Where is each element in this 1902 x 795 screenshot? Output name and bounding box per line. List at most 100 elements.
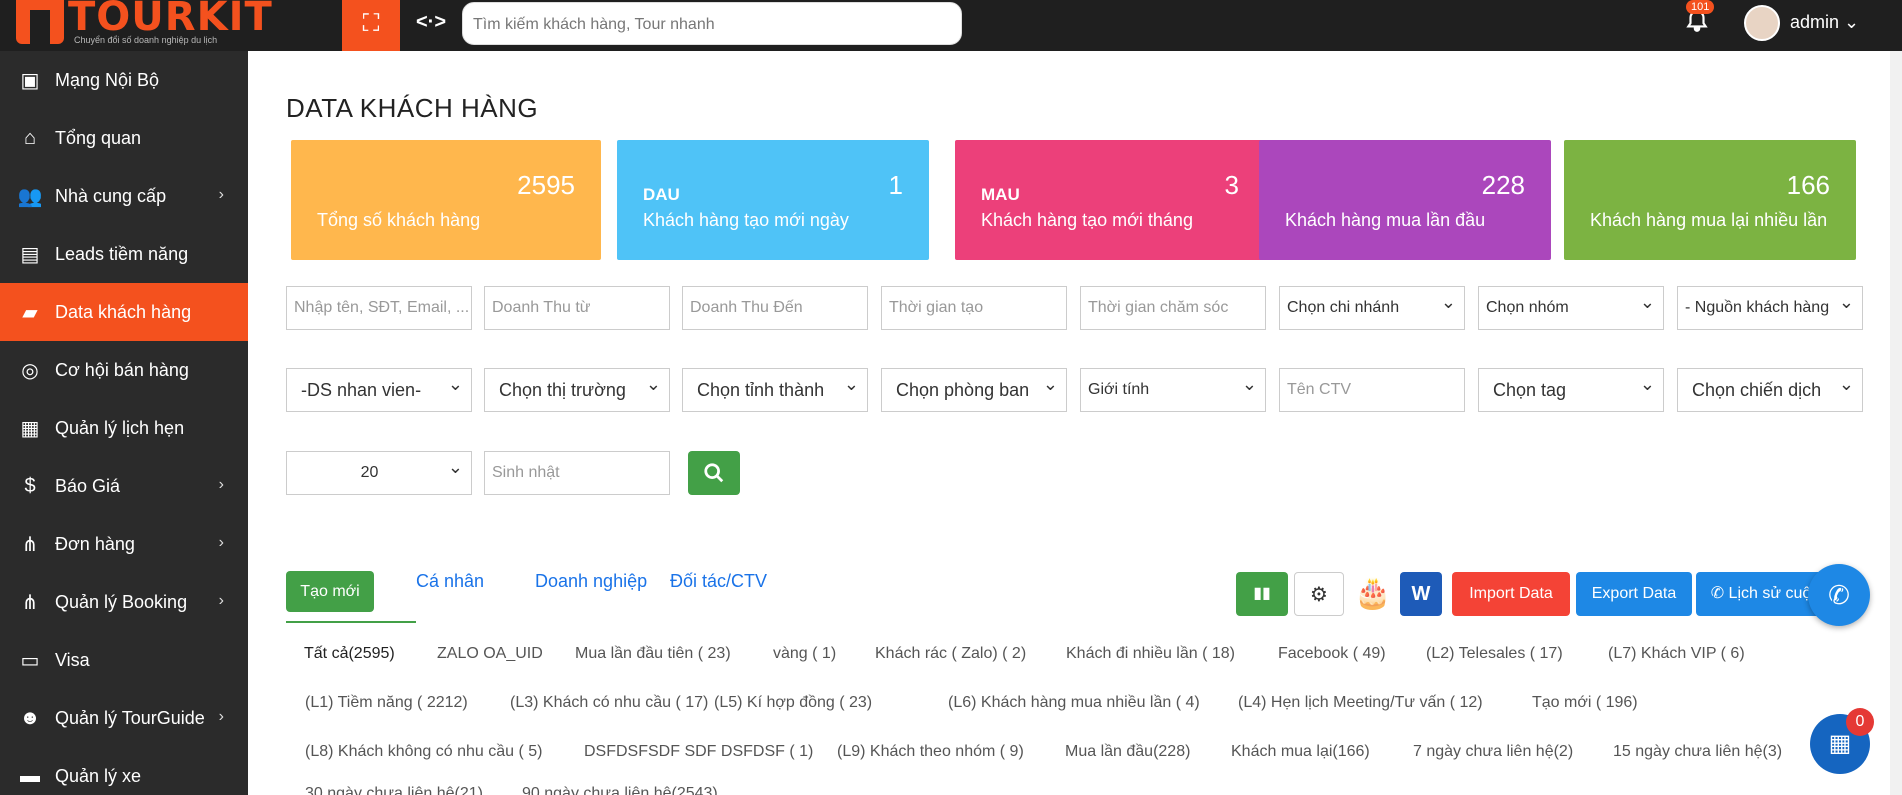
customer-group-chip[interactable]: ZALO OA_UID bbox=[437, 645, 543, 663]
filter-input[interactable]: Thời gian tạo bbox=[881, 286, 1067, 330]
filter-select[interactable]: Giới tính bbox=[1080, 368, 1266, 412]
birthday-cake-button[interactable]: 🎂 bbox=[1348, 572, 1398, 616]
export-data-button[interactable]: Export Data bbox=[1576, 572, 1692, 616]
word-export-button[interactable]: W bbox=[1400, 572, 1442, 616]
calendar-check-icon: ▦ bbox=[1828, 730, 1852, 757]
import-data-button[interactable]: Import Data bbox=[1452, 572, 1570, 616]
filter-select[interactable]: - Nguồn khách hàng bbox=[1677, 286, 1863, 330]
visa-card-icon: ▭ bbox=[20, 649, 40, 672]
page-size-select[interactable]: 20 bbox=[286, 451, 472, 495]
folder-icon: ▰ bbox=[22, 301, 38, 324]
stat-card[interactable]: 3 MAU Khách hàng tạo mới tháng bbox=[955, 140, 1265, 260]
filter-input[interactable]: Doanh Thu Đến bbox=[682, 286, 868, 330]
sidebar-item-1[interactable]: ⌂ Tổng quan bbox=[0, 109, 248, 167]
customer-group-chip[interactable]: 7 ngày chưa liên hệ(2) bbox=[1413, 743, 1573, 761]
phone-call-button[interactable]: ✆ bbox=[1808, 564, 1870, 626]
customer-group-chip[interactable]: (L6) Khách hàng mua nhiều lần ( 4) bbox=[948, 694, 1200, 712]
customer-group-chip[interactable]: Mua lần đầu tiên ( 23) bbox=[575, 645, 731, 663]
customer-group-chip[interactable]: (L7) Khách VIP ( 6) bbox=[1608, 645, 1745, 663]
filter-select[interactable]: Chọn nhóm bbox=[1478, 286, 1664, 330]
sidebar-item-label: Leads tiềm năng bbox=[55, 243, 189, 264]
stat-card[interactable]: 166 Khách hàng mua lại nhiều lần bbox=[1564, 140, 1856, 260]
customer-group-chip[interactable]: Khách đi nhiều lần ( 18) bbox=[1066, 645, 1235, 663]
sidebar-item-3[interactable]: ▤ Leads tiềm năng bbox=[0, 225, 248, 283]
filter-input[interactable]: Doanh Thu từ bbox=[484, 286, 670, 330]
sidebar-item-0[interactable]: ▣ Mạng Nội Bộ bbox=[0, 51, 248, 109]
customer-group-chip[interactable]: (L1) Tiềm năng ( 2212) bbox=[305, 694, 468, 712]
customer-group-chip[interactable]: 30 ngày chưa liên hệ(21) bbox=[305, 785, 483, 795]
stat-label: Khách hàng tạo mới tháng bbox=[981, 210, 1193, 230]
filter-input[interactable]: Tên CTV bbox=[1279, 368, 1465, 412]
customer-group-chip[interactable]: (L2) Telesales ( 17) bbox=[1426, 645, 1563, 663]
customer-group-chip[interactable]: Khách mua lại(166) bbox=[1231, 743, 1370, 761]
customer-group-chip[interactable]: Mua lần đầu(228) bbox=[1065, 743, 1190, 761]
sidebar-item-label: Quản lý Booking bbox=[55, 591, 188, 612]
sidebar-item-label: Quản lý lịch hẹn bbox=[55, 417, 185, 438]
customer-group-chip[interactable]: Khách rác ( Zalo) ( 2) bbox=[875, 645, 1026, 663]
filter-select[interactable]: Chọn phòng ban bbox=[881, 368, 1067, 412]
call-history-label: Lịch sử cuộ bbox=[1728, 585, 1812, 602]
statistics-button[interactable]: ▮▮ bbox=[1236, 572, 1288, 616]
filter-input[interactable]: Thời gian chăm sóc bbox=[1080, 286, 1266, 330]
stat-card[interactable]: 228 Khách hàng mua lần đầu bbox=[1259, 140, 1551, 260]
sidebar-item-2[interactable]: 👥 Nhà cung cấp › bbox=[0, 167, 248, 225]
tab-partner[interactable]: Đối tác/CTV bbox=[670, 571, 767, 592]
sidebar-item-11[interactable]: ☻ Quản lý TourGuide › bbox=[0, 689, 248, 747]
customer-group-chip[interactable]: DSFDSFSDF SDF DSFDSF ( 1) bbox=[584, 743, 813, 761]
sidebar-item-label: Quản lý xe bbox=[55, 765, 142, 786]
filter-input[interactable]: Nhập tên, SĐT, Email, ... bbox=[286, 286, 472, 330]
customer-group-chip[interactable]: Tất cả(2595) bbox=[304, 645, 395, 663]
active-tab-underline bbox=[286, 621, 416, 623]
tab-business[interactable]: Doanh nghiệp bbox=[535, 571, 647, 592]
sidebar-item-12[interactable]: ▬ Quản lý xe bbox=[0, 747, 248, 795]
page-title: DATA KHÁCH HÀNG bbox=[286, 93, 539, 123]
brand-tagline: Chuyển đổi số doanh nghiệp du lịch bbox=[74, 35, 218, 45]
sidebar-item-4[interactable]: ▰ Data khách hàng bbox=[0, 283, 248, 341]
customer-group-chip[interactable]: 15 ngày chưa liên hệ(3) bbox=[1613, 743, 1782, 761]
stat-card[interactable]: 1 DAU Khách hàng tạo mới ngày bbox=[617, 140, 929, 260]
scrollbar[interactable] bbox=[1890, 51, 1902, 795]
filter-select[interactable]: Chọn chi nhánh bbox=[1279, 286, 1465, 330]
sidebar: ▣ Mạng Nội Bộ ⌂ Tổng quan 👥 Nhà cung cấp › ▤ Lea… bbox=[0, 51, 248, 795]
filter-select[interactable]: Chọn thị trường bbox=[484, 368, 670, 412]
sidebar-item-6[interactable]: ▦ Quản lý lịch hẹn bbox=[0, 399, 248, 457]
customer-group-chip[interactable]: Tạo mới ( 196) bbox=[1532, 694, 1638, 712]
sidebar-item-7[interactable]: $ Báo Giá › bbox=[0, 457, 248, 515]
filter-select[interactable]: -DS nhan vien- bbox=[286, 368, 472, 412]
customer-group-chip[interactable]: 90 ngày chưa liên hệ(2543) bbox=[522, 785, 718, 795]
filter-select[interactable]: Chọn tag bbox=[1478, 368, 1664, 412]
search-input[interactable]: Tìm kiếm khách hàng, Tour nhanh bbox=[462, 2, 962, 45]
sidebar-item-8[interactable]: ⋔ Đơn hàng › bbox=[0, 515, 248, 573]
avatar[interactable] bbox=[1744, 5, 1780, 41]
cake-icon: 🎂 bbox=[1354, 577, 1392, 610]
customer-group-chip[interactable]: vàng ( 1) bbox=[773, 645, 836, 663]
guide-icon: ☻ bbox=[19, 706, 41, 729]
stat-label: Tổng số khách hàng bbox=[317, 210, 481, 230]
fullscreen-button[interactable]: ⛶ bbox=[342, 0, 400, 51]
sidebar-item-5[interactable]: ◎ Cơ hội bán hàng bbox=[0, 341, 248, 399]
horizontal-arrows-icon[interactable]: <·> bbox=[416, 11, 446, 34]
tourkit-logo[interactable]: TOURKIT Chuyển đổi số doanh nghiệp du lị… bbox=[14, 0, 272, 51]
customer-group-chip[interactable]: (L9) Khách theo nhóm ( 9) bbox=[837, 743, 1024, 761]
tab-create-new[interactable]: Tạo mới bbox=[286, 571, 374, 612]
call-history-button[interactable]: ✆ Lịch sử cuộ bbox=[1696, 572, 1826, 616]
stat-card[interactable]: 2595 Tổng số khách hàng bbox=[291, 140, 601, 260]
stat-value: 3 bbox=[1224, 170, 1239, 200]
chevron-right-icon: › bbox=[218, 592, 224, 609]
user-menu[interactable]: admin ⌄ bbox=[1790, 12, 1859, 33]
sidebar-item-label: Data khách hàng bbox=[55, 301, 192, 322]
customer-group-chip[interactable]: (L3) Khách có nhu cầu ( 17) bbox=[510, 694, 708, 712]
sidebar-item-10[interactable]: ▭ Visa bbox=[0, 631, 248, 689]
filter-select[interactable]: Chọn chiến dịch bbox=[1677, 368, 1863, 412]
settings-button[interactable]: ⚙ bbox=[1294, 572, 1344, 616]
search-button[interactable] bbox=[688, 451, 740, 495]
customer-group-chip[interactable]: (L5) Kí hợp đồng ( 23) bbox=[714, 694, 872, 712]
customer-group-chip[interactable]: (L4) Hẹn lịch Meeting/Tư vấn ( 12) bbox=[1238, 694, 1483, 712]
customer-group-chip[interactable]: Facebook ( 49) bbox=[1278, 645, 1386, 663]
birthday-input[interactable]: Sinh nhật bbox=[484, 451, 670, 495]
filter-select[interactable]: Chọn tỉnh thành bbox=[682, 368, 868, 412]
sidebar-item-9[interactable]: ⋔ Quản lý Booking › bbox=[0, 573, 248, 631]
customer-group-chip[interactable]: (L8) Khách không có nhu cầu ( 5) bbox=[305, 743, 542, 761]
tab-personal[interactable]: Cá nhân bbox=[416, 571, 484, 592]
stat-label: Khách hàng mua lần đầu bbox=[1285, 210, 1486, 230]
